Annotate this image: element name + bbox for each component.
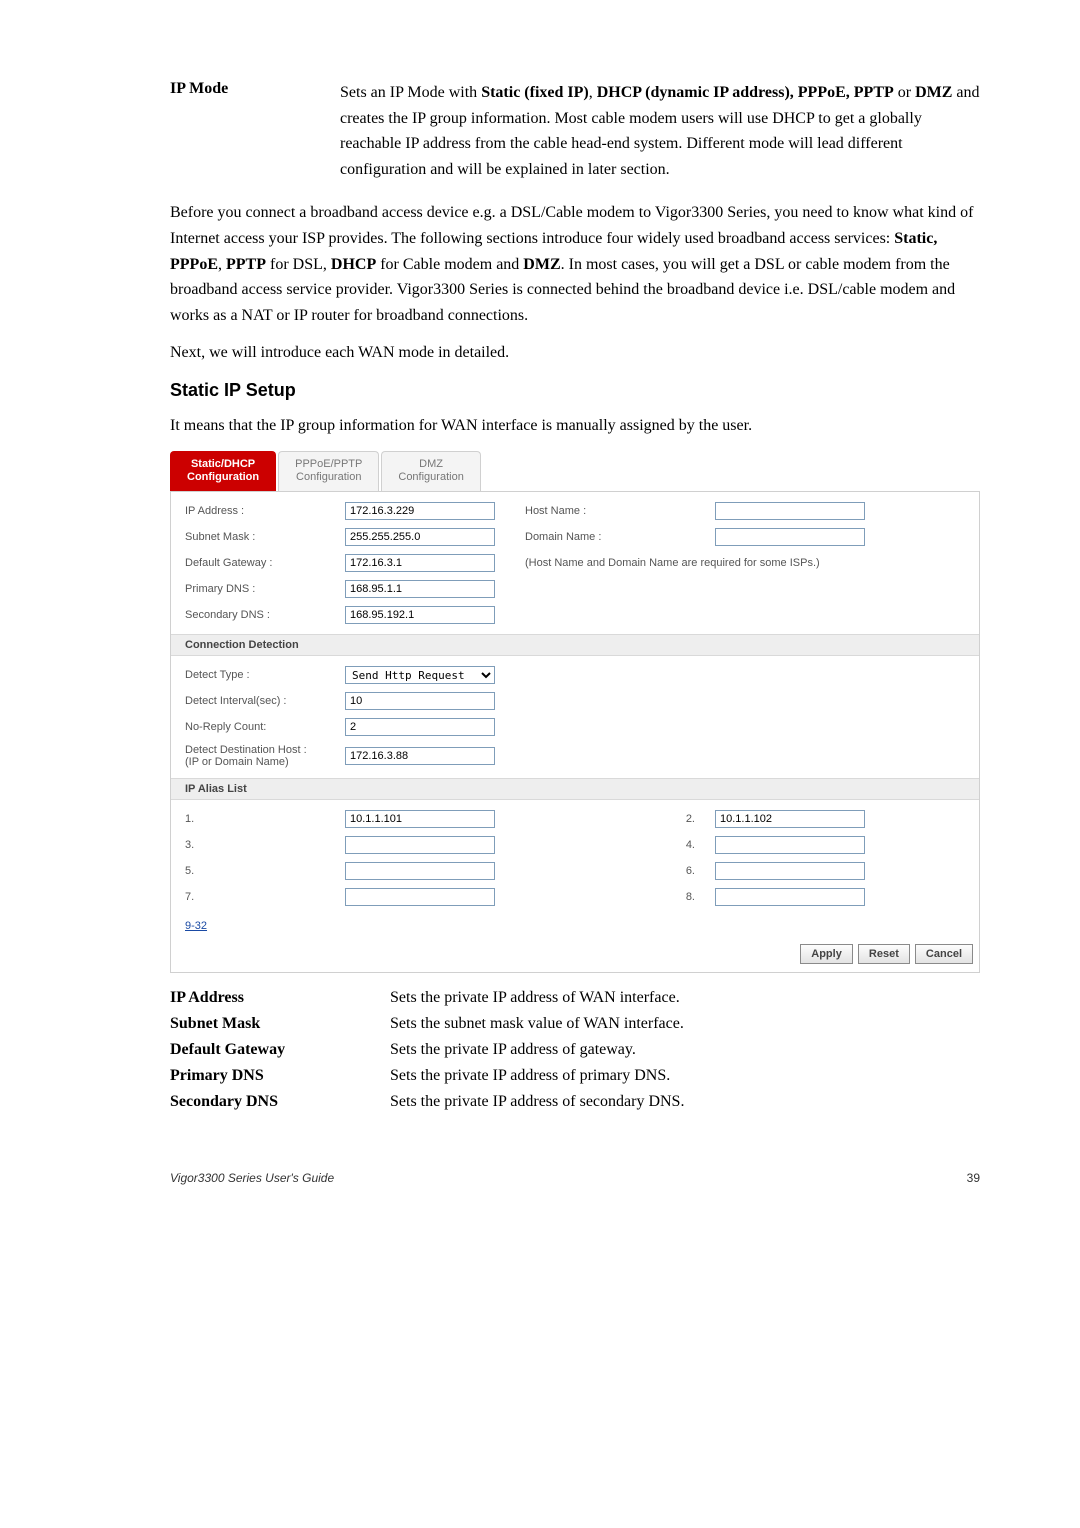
page-number: 39: [967, 1171, 980, 1185]
input-alias-7[interactable]: [345, 888, 495, 906]
note-host-domain: (Host Name and Domain Name are required …: [525, 557, 885, 569]
section-heading: Static IP Setup: [170, 380, 980, 401]
def-desc-secondary-dns: Sets the private IP address of secondary…: [390, 1093, 684, 1111]
tab-static-dhcp[interactable]: Static/DHCPConfiguration: [170, 451, 276, 492]
label-detect-type: Detect Type :: [185, 669, 335, 681]
section-lead: It means that the IP group information f…: [170, 413, 980, 439]
ipmode-term: IP Mode: [170, 80, 340, 182]
input-alias-4[interactable]: [715, 836, 865, 854]
def-term-primary-dns: Primary DNS: [170, 1067, 390, 1085]
input-no-reply-count[interactable]: [345, 718, 495, 736]
alias-num-8: 8.: [525, 891, 705, 903]
link-alias-more[interactable]: 9-32: [171, 916, 221, 936]
ipmode-desc: Sets an IP Mode with Static (fixed IP), …: [340, 80, 980, 182]
def-desc-default-gateway: Sets the private IP address of gateway.: [390, 1041, 636, 1059]
intro-paragraph-2: Next, we will introduce each WAN mode in…: [170, 340, 980, 366]
input-detect-dest-host[interactable]: [345, 747, 495, 765]
label-detect-interval: Detect Interval(sec) :: [185, 695, 335, 707]
input-alias-8[interactable]: [715, 888, 865, 906]
alias-num-4: 4.: [525, 839, 705, 851]
def-desc-primary-dns: Sets the private IP address of primary D…: [390, 1067, 670, 1085]
input-alias-2[interactable]: [715, 810, 865, 828]
def-desc-ip-address: Sets the private IP address of WAN inter…: [390, 989, 680, 1007]
label-detect-dest-host: Detect Destination Host :(IP or Domain N…: [185, 744, 335, 768]
def-term-subnet-mask: Subnet Mask: [170, 1015, 390, 1033]
input-detect-interval[interactable]: [345, 692, 495, 710]
reset-button[interactable]: Reset: [858, 944, 910, 964]
input-host-name[interactable]: [715, 502, 865, 520]
input-primary-dns[interactable]: [345, 580, 495, 598]
select-detect-type[interactable]: Send Http Request: [345, 666, 495, 684]
alias-num-7: 7.: [185, 891, 335, 903]
def-term-secondary-dns: Secondary DNS: [170, 1093, 390, 1111]
input-alias-1[interactable]: [345, 810, 495, 828]
label-ip-address: IP Address :: [185, 505, 335, 517]
input-alias-3[interactable]: [345, 836, 495, 854]
input-alias-6[interactable]: [715, 862, 865, 880]
alias-num-1: 1.: [185, 813, 335, 825]
label-subnet-mask: Subnet Mask :: [185, 531, 335, 543]
footer-text: Vigor3300 Series User's Guide: [170, 1171, 334, 1185]
section-bar-conn-detect: Connection Detection: [171, 634, 979, 656]
cancel-button[interactable]: Cancel: [915, 944, 973, 964]
alias-num-3: 3.: [185, 839, 335, 851]
def-term-default-gateway: Default Gateway: [170, 1041, 390, 1059]
tab-pppoe-pptp[interactable]: PPPoE/PPTPConfiguration: [278, 451, 379, 492]
section-bar-ip-alias: IP Alias List: [171, 778, 979, 800]
label-primary-dns: Primary DNS :: [185, 583, 335, 595]
label-host-name: Host Name :: [525, 505, 705, 517]
input-alias-5[interactable]: [345, 862, 495, 880]
input-domain-name[interactable]: [715, 528, 865, 546]
apply-button[interactable]: Apply: [800, 944, 853, 964]
alias-num-5: 5.: [185, 865, 335, 877]
alias-num-2: 2.: [525, 813, 705, 825]
label-default-gateway: Default Gateway :: [185, 557, 335, 569]
input-subnet-mask[interactable]: [345, 528, 495, 546]
input-secondary-dns[interactable]: [345, 606, 495, 624]
label-secondary-dns: Secondary DNS :: [185, 609, 335, 621]
def-term-ip-address: IP Address: [170, 989, 390, 1007]
intro-paragraph-1: Before you connect a broadband access de…: [170, 200, 980, 328]
input-ip-address[interactable]: [345, 502, 495, 520]
label-no-reply-count: No-Reply Count:: [185, 721, 335, 733]
input-default-gateway[interactable]: [345, 554, 495, 572]
label-domain-name: Domain Name :: [525, 531, 705, 543]
tab-dmz[interactable]: DMZConfiguration: [381, 451, 480, 492]
def-desc-subnet-mask: Sets the subnet mask value of WAN interf…: [390, 1015, 684, 1033]
alias-num-6: 6.: [525, 865, 705, 877]
